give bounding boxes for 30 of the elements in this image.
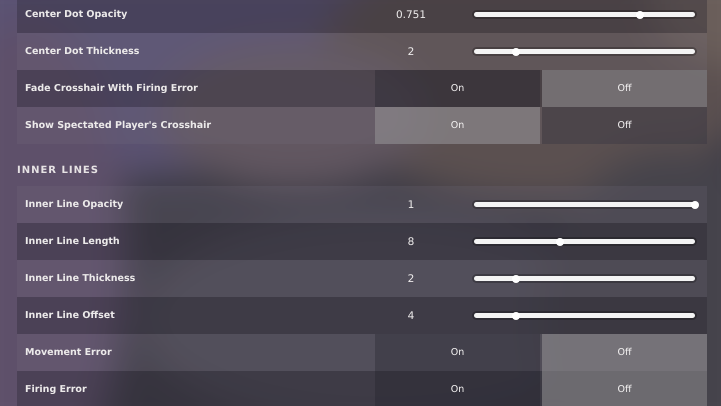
toggle-option[interactable]: On <box>375 334 540 371</box>
slider-track[interactable] <box>474 313 695 318</box>
toggle-option[interactable]: Off <box>542 371 707 406</box>
toggle-option[interactable]: On <box>375 107 540 144</box>
setting-label: Center Dot Thickness <box>24 46 140 57</box>
section-heading: INNER LINES <box>17 164 100 178</box>
toggle-option[interactable]: Off <box>542 334 707 371</box>
setting-label: Inner Line Offset <box>24 310 116 321</box>
setting-value: 2 <box>406 46 416 58</box>
slider-track[interactable] <box>474 239 695 244</box>
setting-label: Movement Error <box>24 347 113 358</box>
slider-track[interactable] <box>474 276 695 281</box>
setting-label: Center Dot Opacity <box>24 9 128 20</box>
toggle-option[interactable]: Off <box>542 70 707 107</box>
setting-value: 0.751 <box>394 8 428 20</box>
setting-label: Inner Line Length <box>24 236 121 247</box>
setting-value: 8 <box>406 236 416 248</box>
toggle-option[interactable]: On <box>375 371 540 406</box>
setting-value: 2 <box>406 272 416 284</box>
toggle-option[interactable]: On <box>375 70 540 107</box>
toggle-option[interactable]: Off <box>542 107 707 144</box>
setting-value: 4 <box>406 310 416 322</box>
setting-label: Fade Crosshair With Firing Error <box>24 83 199 94</box>
setting-value: 1 <box>406 198 416 210</box>
setting-label: Inner Line Thickness <box>24 273 136 284</box>
setting-label: Inner Line Opacity <box>24 199 124 210</box>
slider-track[interactable] <box>474 49 695 54</box>
setting-label: Firing Error <box>24 384 88 395</box>
slider-track[interactable] <box>474 12 695 17</box>
setting-label: Show Spectated Player's Crosshair <box>24 120 212 131</box>
